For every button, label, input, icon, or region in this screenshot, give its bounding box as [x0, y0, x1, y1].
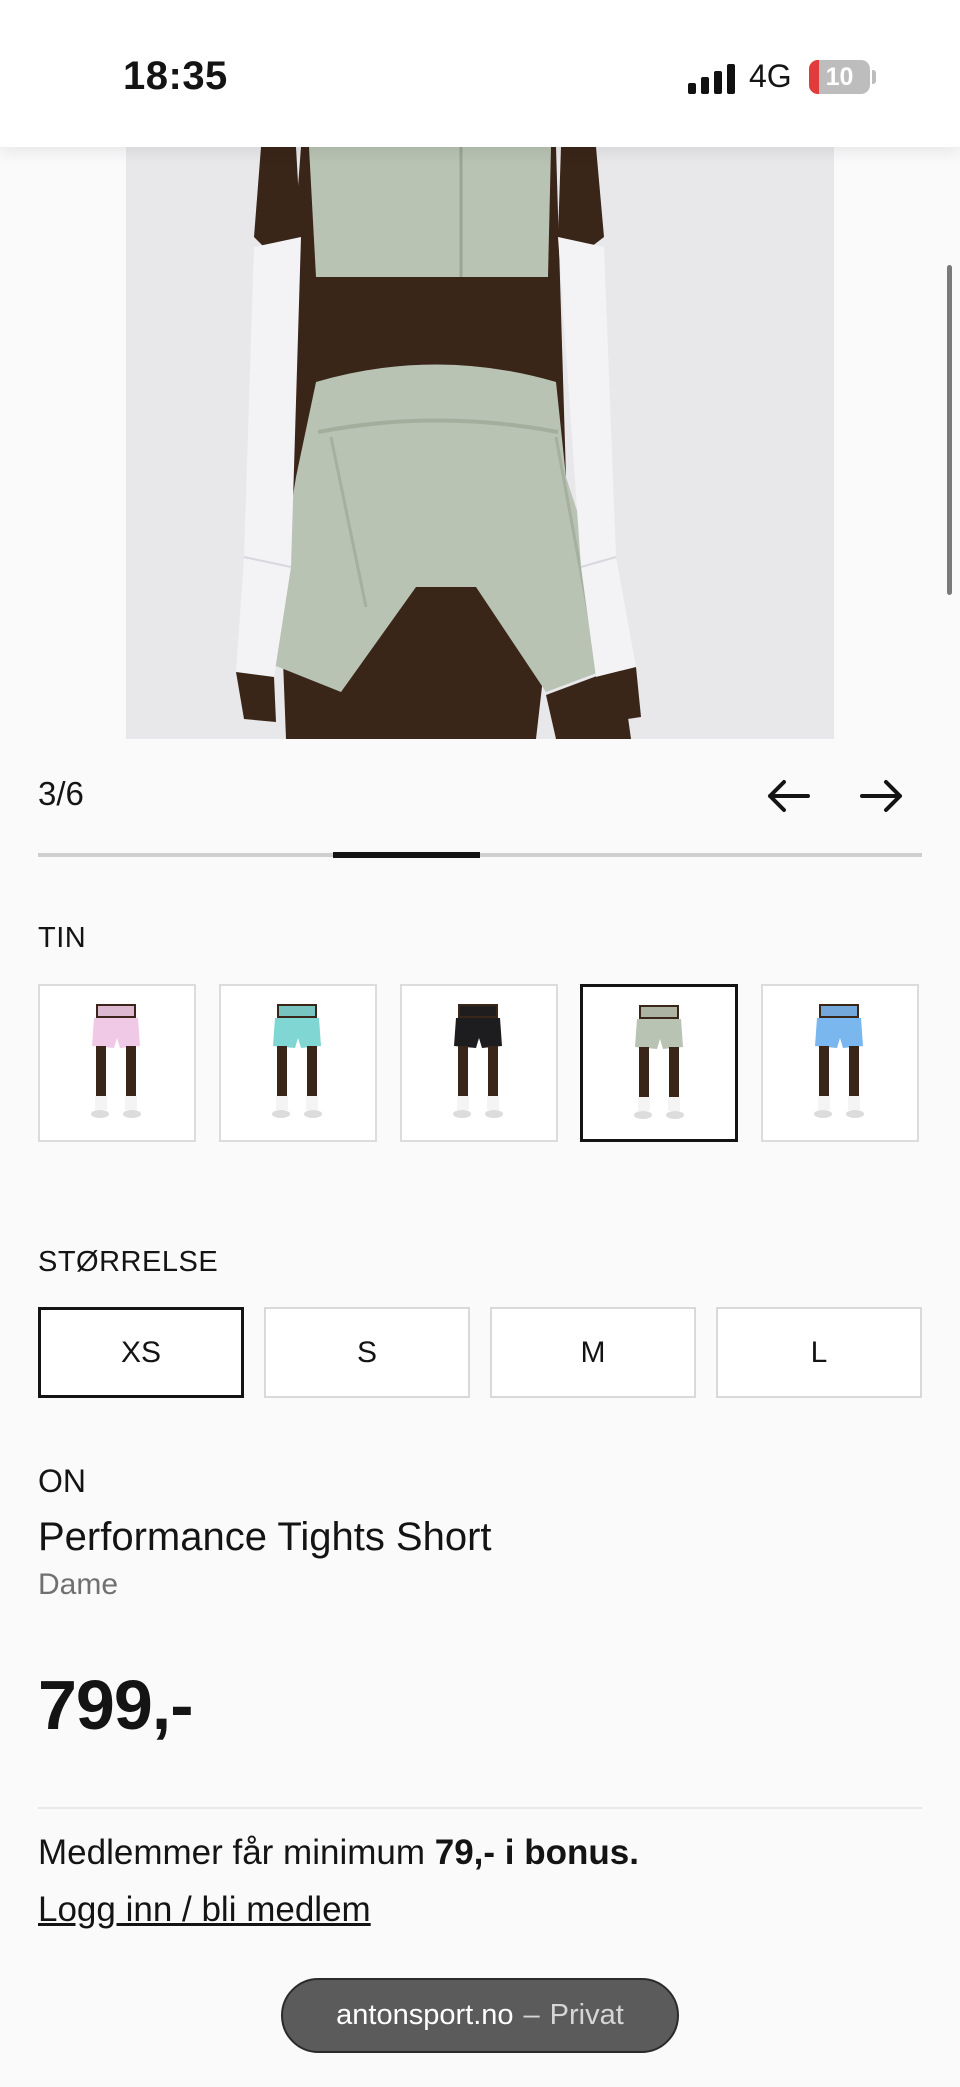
bonus-prefix: Medlemmer får minimum: [38, 1833, 435, 1872]
status-time: 18:35: [123, 54, 228, 98]
color-swatch-thumbnail: [453, 1004, 503, 1118]
product-image[interactable]: [126, 147, 834, 739]
login-link[interactable]: Logg inn / bli medlem: [38, 1890, 371, 1930]
color-swatch-thumbnail: [91, 1004, 141, 1118]
color-swatch-light-blue[interactable]: [761, 984, 919, 1142]
product-brand[interactable]: ON: [38, 1463, 86, 1500]
color-swatch-turquoise[interactable]: [219, 984, 377, 1142]
battery-icon: 10: [809, 60, 870, 94]
next-image-button[interactable]: [858, 776, 906, 816]
color-swatch-tin[interactable]: [580, 984, 738, 1142]
url-separator: –: [523, 1999, 540, 2031]
product-photo: [126, 147, 834, 739]
product-price: 799,-: [38, 1666, 194, 1744]
color-swatch-thumbnail: [814, 1004, 864, 1118]
bonus-amount: 79,- i bonus.: [434, 1833, 639, 1872]
size-option-m[interactable]: M: [490, 1307, 696, 1398]
cellular-signal-icon: [688, 64, 736, 94]
previous-image-button[interactable]: [764, 776, 812, 816]
gallery-progress-fill: [333, 852, 480, 858]
browser-address-bar[interactable]: antonsport.no – Privat: [281, 1978, 679, 2053]
gallery-progress: [38, 852, 922, 858]
page-scrollbar[interactable]: [947, 265, 952, 595]
image-counter: 3/6: [38, 775, 84, 812]
size-option-l[interactable]: L: [716, 1307, 922, 1398]
color-swatch-thumbnail: [634, 1005, 684, 1119]
color-swatch-pink[interactable]: [38, 984, 196, 1142]
private-mode-label: Privat: [549, 1999, 624, 2031]
arrow-right-icon: [860, 780, 902, 812]
url-domain: antonsport.no: [336, 1999, 514, 2031]
divider: [38, 1807, 922, 1809]
color-label: TIN: [38, 922, 87, 954]
product-gender: Dame: [38, 1568, 119, 1601]
status-bar: 18:35 4G 10: [0, 0, 960, 147]
size-option-s[interactable]: S: [264, 1307, 470, 1398]
product-name: Performance Tights Short: [38, 1515, 492, 1559]
size-label: STØRRELSE: [38, 1246, 219, 1278]
member-bonus-text: Medlemmer får minimum 79,- i bonus.: [38, 1833, 639, 1873]
arrow-left-icon: [768, 780, 810, 812]
color-swatch-thumbnail: [272, 1004, 322, 1118]
color-swatch-black[interactable]: [400, 984, 558, 1142]
network-type: 4G: [749, 58, 792, 94]
size-option-xs[interactable]: XS: [38, 1307, 244, 1398]
battery-percent: 10: [825, 63, 854, 91]
